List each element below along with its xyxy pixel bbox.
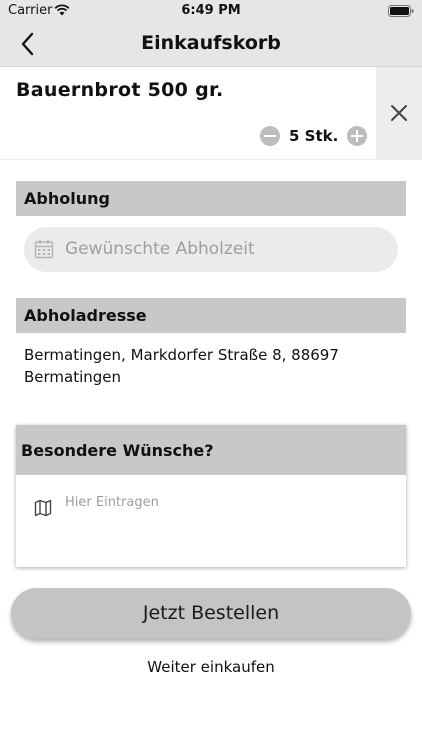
quantity-label: 5 Stk. <box>289 127 339 145</box>
increment-button[interactable] <box>347 126 368 146</box>
page-title: Einkaufskorb <box>141 32 281 54</box>
battery-icon <box>388 5 414 21</box>
special-wishes-header: Besondere Wünsche? <box>16 425 406 475</box>
close-icon <box>391 105 407 121</box>
pickup-header-label: Abholung <box>24 189 110 208</box>
cart-item-name: Bauernbrot 500 gr. <box>16 79 224 101</box>
navigation-bar: Einkaufskorb <box>0 22 422 67</box>
status-bar: Carrier 6:49 PM <box>0 0 422 22</box>
order-now-button[interactable]: Jetzt Bestellen <box>11 588 411 639</box>
special-wishes-header-label: Besondere Wünsche? <box>21 441 214 460</box>
pickup-section-header: Abholung <box>16 181 406 216</box>
status-time: 6:49 PM <box>181 3 241 18</box>
continue-shopping-link[interactable]: Weiter einkaufen <box>0 658 422 676</box>
address-section-header: Abholadresse <box>16 298 406 333</box>
address-header-label: Abholadresse <box>24 306 147 325</box>
special-wishes-card[interactable]: Besondere Wünsche? Hier Eintragen <box>16 425 406 567</box>
cart-item: Bauernbrot 500 gr. 5 Stk. <box>0 67 422 160</box>
calendar-icon <box>34 239 54 263</box>
pickup-address: Bermatingen, Markdorfer Straße 8, 88697 … <box>24 346 339 386</box>
decrement-button[interactable] <box>260 126 280 146</box>
map-icon <box>34 499 52 521</box>
quantity-stepper: 5 Stk. <box>260 125 368 147</box>
special-wishes-input[interactable]: Hier Eintragen <box>65 495 159 510</box>
pickup-time-input[interactable]: Gewünschte Abholzeit <box>24 227 398 272</box>
remove-item-button[interactable] <box>376 67 422 159</box>
pickup-time-placeholder: Gewünschte Abholzeit <box>65 239 255 259</box>
